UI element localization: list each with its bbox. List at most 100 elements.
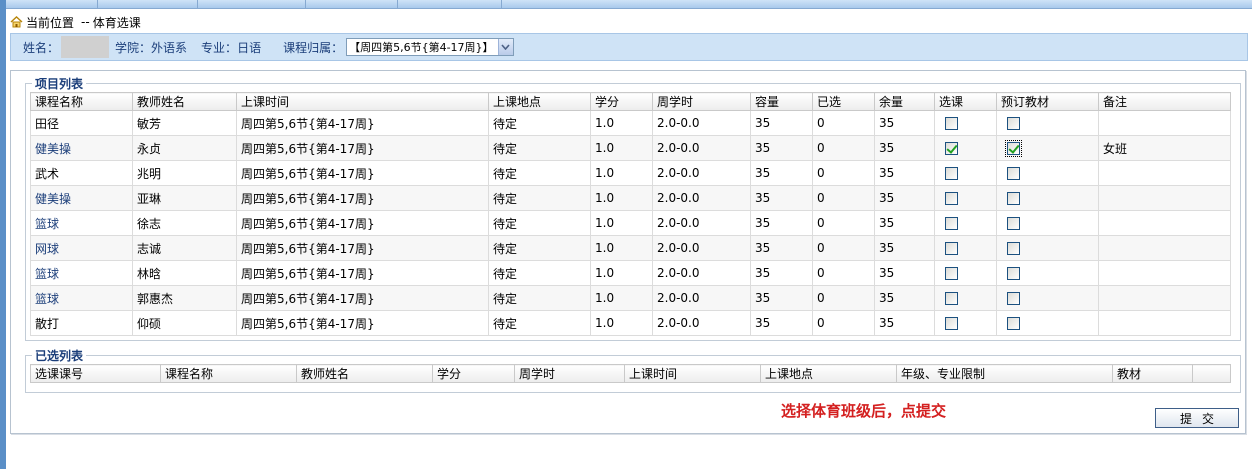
cell-credit: 1.0 — [590, 310, 653, 336]
cell-book — [996, 210, 1099, 236]
cell-capacity: 35 — [750, 110, 813, 136]
cell-course: 健美操 — [30, 135, 133, 161]
cell-capacity: 35 — [750, 185, 813, 211]
cell-choose — [934, 260, 997, 286]
top-nav-tab[interactable] — [398, 0, 502, 9]
order-textbook-checkbox[interactable] — [1007, 117, 1020, 130]
cell-time: 周四第5,6节{第4-17周} — [236, 160, 489, 186]
cell-place: 待定 — [488, 135, 591, 161]
order-textbook-checkbox[interactable] — [1007, 192, 1020, 205]
selected-list-legend: 已选列表 — [35, 349, 84, 363]
course-belong-label: 课程归属： — [283, 40, 344, 55]
cell-course: 篮球 — [30, 210, 133, 236]
cell-capacity: 35 — [750, 210, 813, 236]
cell-selected: 0 — [812, 110, 875, 136]
submit-button[interactable]: 提交 — [1155, 408, 1239, 428]
breadcrumb: 当前位置 -- 体育选课 — [10, 14, 141, 30]
cell-credit: 1.0 — [590, 210, 653, 236]
cell-teacher: 敏芳 — [132, 110, 237, 136]
table-row: 篮球 林晗 周四第5,6节{第4-17周} 待定 1.0 2.0-0.0 35 0 35 — [30, 260, 1231, 286]
cell-note — [1098, 110, 1231, 136]
student-info-bar: 姓名： 学院： 外语系 专业： 日语 课程归属： 【周四第5,6节{第4-17周… — [10, 33, 1248, 61]
choose-course-checkbox[interactable] — [945, 217, 958, 230]
table-row: 篮球 郭惠杰 周四第5,6节{第4-17周} 待定 1.0 2.0-0.0 35 0 35 — [30, 285, 1231, 311]
column-header: 教材 — [1112, 364, 1193, 383]
cell-remaining: 35 — [874, 235, 935, 261]
cell-choose — [934, 160, 997, 186]
cell-teacher: 亚琳 — [132, 185, 237, 211]
name-value-redacted — [61, 36, 110, 58]
cell-selected: 0 — [812, 135, 875, 161]
breadcrumb-prefix: 当前位置 — [26, 15, 75, 30]
cell-book — [996, 235, 1099, 261]
cell-choose — [934, 310, 997, 336]
cell-place: 待定 — [488, 110, 591, 136]
top-nav-tab[interactable] — [306, 0, 398, 9]
column-header: 上课时间 — [236, 92, 489, 111]
cell-course: 网球 — [30, 235, 133, 261]
cell-remaining: 35 — [874, 185, 935, 211]
cell-selected: 0 — [812, 260, 875, 286]
breadcrumb-separator: -- — [81, 15, 90, 29]
cell-book — [996, 185, 1099, 211]
cell-course: 田径 — [30, 110, 133, 136]
choose-course-checkbox[interactable] — [945, 192, 958, 205]
major-value: 日语 — [237, 40, 262, 55]
cell-choose — [934, 185, 997, 211]
order-textbook-checkbox[interactable] — [1007, 242, 1020, 255]
cell-time: 周四第5,6节{第4-17周} — [236, 135, 489, 161]
cell-place: 待定 — [488, 235, 591, 261]
cell-capacity: 35 — [750, 285, 813, 311]
column-header: 余量 — [874, 92, 935, 111]
order-textbook-checkbox[interactable] — [1005, 140, 1022, 157]
choose-course-checkbox[interactable] — [945, 317, 958, 330]
cell-note — [1098, 185, 1231, 211]
table-row: 武术 兆明 周四第5,6节{第4-17周} 待定 1.0 2.0-0.0 35 0 35 — [30, 160, 1231, 186]
choose-course-checkbox[interactable] — [945, 142, 958, 155]
chevron-down-icon[interactable] — [497, 39, 513, 55]
column-header: 学分 — [432, 364, 515, 383]
choose-course-checkbox[interactable] — [945, 117, 958, 130]
cell-teacher: 志诚 — [132, 235, 237, 261]
cell-selected: 0 — [812, 185, 875, 211]
column-header: 周学时 — [514, 364, 625, 383]
order-textbook-checkbox[interactable] — [1007, 317, 1020, 330]
cell-remaining: 35 — [874, 160, 935, 186]
top-nav-tab[interactable] — [198, 0, 306, 9]
course-belong-select[interactable]: 【周四第5,6节{第4-17周}】 — [346, 38, 514, 56]
column-header: 教师姓名 — [296, 364, 433, 383]
cell-teacher: 兆明 — [132, 160, 237, 186]
cell-hours: 2.0-0.0 — [652, 185, 751, 211]
cell-credit: 1.0 — [590, 285, 653, 311]
column-header: 预订教材 — [996, 92, 1099, 111]
table-row: 网球 志诚 周四第5,6节{第4-17周} 待定 1.0 2.0-0.0 35 0 35 — [30, 235, 1231, 261]
choose-course-checkbox[interactable] — [945, 167, 958, 180]
top-nav-strip — [6, 0, 1252, 9]
selected-list-group: 已选列表 选课课号 课程名称 教师姓名 学分 周学时 上课时间 上课地点 年级、专业限制 教材 — [25, 347, 1241, 393]
cell-remaining: 35 — [874, 285, 935, 311]
choose-course-checkbox[interactable] — [945, 267, 958, 280]
cell-credit: 1.0 — [590, 160, 653, 186]
order-textbook-checkbox[interactable] — [1007, 267, 1020, 280]
column-header: 课程名称 — [30, 92, 133, 111]
order-textbook-checkbox[interactable] — [1007, 167, 1020, 180]
course-selection-panel: 项目列表 课程名称 教师姓名 上课时间 上课地点 学分 周学时 容量 已选 余量 选课 预订教材 备注… — [10, 70, 1246, 434]
cell-credit: 1.0 — [590, 185, 653, 211]
project-list-table: 课程名称 教师姓名 上课时间 上课地点 学分 周学时 容量 已选 余量 选课 预订教材 备注 田径 敏芳… — [30, 92, 1231, 336]
order-textbook-checkbox[interactable] — [1007, 217, 1020, 230]
cell-choose — [934, 110, 997, 136]
top-nav-tab[interactable] — [98, 0, 198, 9]
cell-course: 散打 — [30, 310, 133, 336]
top-nav-tab[interactable] — [6, 0, 98, 9]
order-textbook-checkbox[interactable] — [1007, 292, 1020, 305]
cell-time: 周四第5,6节{第4-17周} — [236, 185, 489, 211]
column-header: 上课地点 — [760, 364, 897, 383]
cell-hours: 2.0-0.0 — [652, 235, 751, 261]
cell-hours: 2.0-0.0 — [652, 110, 751, 136]
choose-course-checkbox[interactable] — [945, 242, 958, 255]
cell-note — [1098, 285, 1231, 311]
cell-hours: 2.0-0.0 — [652, 285, 751, 311]
cell-credit: 1.0 — [590, 135, 653, 161]
column-header: 容量 — [750, 92, 813, 111]
choose-course-checkbox[interactable] — [945, 292, 958, 305]
